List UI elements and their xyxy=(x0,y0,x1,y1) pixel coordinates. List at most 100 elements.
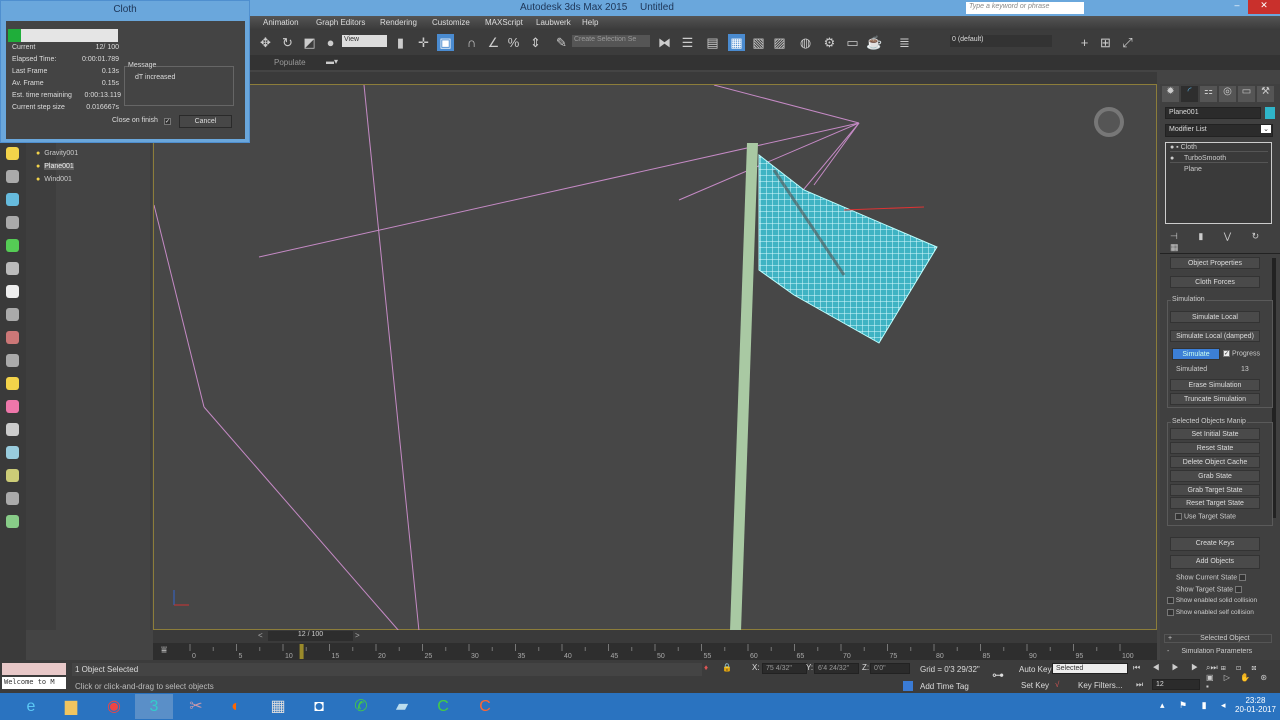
material-editor-icon[interactable]: ◍ xyxy=(797,34,814,51)
viewcube-icon[interactable] xyxy=(1094,107,1124,137)
command-icon[interactable] xyxy=(6,492,19,505)
z-coordinate-field[interactable]: 0'0" xyxy=(870,663,910,674)
minimize-button[interactable]: – xyxy=(1226,0,1248,14)
stack-item-plane[interactable]: Plane xyxy=(1184,166,1202,173)
rotate-icon[interactable]: ↻ xyxy=(279,34,296,51)
command-icon[interactable] xyxy=(6,170,19,183)
simulation-parameters-rollout[interactable]: - Simulation Parameters xyxy=(1164,648,1272,658)
whatsapp-icon[interactable]: ✆ xyxy=(342,694,380,719)
set-key-button[interactable]: Set Key xyxy=(1021,681,1049,690)
camtasia-icon[interactable]: C xyxy=(424,694,462,719)
maxscript-listener-pink[interactable] xyxy=(2,663,66,675)
key-mode-select[interactable]: Selected xyxy=(1052,663,1128,674)
snipping-tool-icon[interactable]: ✂ xyxy=(177,694,215,719)
progress-checkbox[interactable]: ✓ Progress xyxy=(1223,350,1260,357)
command-icon[interactable] xyxy=(6,400,19,413)
clock[interactable]: 23:28 20-01-2017 xyxy=(1235,696,1276,714)
hierarchy-tab-icon[interactable]: ⚏ xyxy=(1200,86,1217,102)
menu-maxscript[interactable]: MAXScript xyxy=(485,18,523,27)
command-icon[interactable] xyxy=(6,308,19,321)
mirror-icon[interactable]: ⧓ xyxy=(656,34,673,51)
render-frame-icon[interactable]: ▭ xyxy=(844,34,861,51)
add-icon[interactable]: + xyxy=(1076,34,1093,51)
current-frame-marker[interactable] xyxy=(299,644,304,659)
scene-explorer-icon[interactable]: ▦ xyxy=(728,34,745,51)
simulate-local-button[interactable]: Simulate Local xyxy=(1170,311,1260,323)
y-coordinate-field[interactable]: 6'4 24/32" xyxy=(814,663,859,674)
simulate-local-damped-button[interactable]: Simulate Local (damped) xyxy=(1170,330,1260,342)
snap-toggle-icon[interactable]: ∩ xyxy=(463,34,480,51)
light-bulb-icon[interactable]: ● xyxy=(36,176,40,183)
command-icon[interactable] xyxy=(6,354,19,367)
notepad-icon[interactable]: ▰ xyxy=(383,694,421,719)
maximize-icon[interactable]: ⤢ xyxy=(1119,34,1136,51)
flag-pole[interactable] xyxy=(730,143,758,631)
show-self-collision-checkbox[interactable]: Show enabled self collision xyxy=(1167,609,1254,616)
layer-select[interactable]: 0 (default) xyxy=(950,35,1052,47)
ribbon-options-icon[interactable]: ▬▾ xyxy=(326,57,338,66)
menu-help[interactable]: Help xyxy=(582,18,598,27)
3ds-max-icon[interactable]: 3 xyxy=(135,694,173,719)
command-icon[interactable] xyxy=(6,515,19,528)
prev-frame-arrow[interactable]: < xyxy=(258,631,263,640)
command-icon[interactable] xyxy=(6,331,19,344)
time-tag-icon[interactable] xyxy=(903,681,913,691)
command-icon[interactable] xyxy=(6,285,19,298)
command-icon[interactable] xyxy=(6,147,19,160)
percent-snap-icon[interactable]: % xyxy=(505,34,522,51)
browser-icon[interactable]: ◐ xyxy=(217,694,255,719)
render-setup-icon[interactable]: ⚙ xyxy=(821,34,838,51)
erase-simulation-button[interactable]: Erase Simulation xyxy=(1170,379,1260,391)
utilities-tab-icon[interactable]: ⚒ xyxy=(1257,86,1274,102)
menu-animation[interactable]: Animation xyxy=(263,18,299,27)
time-slider[interactable]: 12 / 100 xyxy=(268,631,353,641)
delete-object-cache-button[interactable]: Delete Object Cache xyxy=(1170,456,1260,468)
add-objects-button[interactable]: Add Objects xyxy=(1170,555,1260,569)
menu-customize[interactable]: Customize xyxy=(432,18,470,27)
show-current-state-checkbox[interactable]: Show Current State xyxy=(1176,574,1247,581)
simulate-button[interactable]: Simulate xyxy=(1172,348,1220,360)
object-color-swatch[interactable] xyxy=(1265,107,1275,119)
key-mode-toggle-icon[interactable]: ⏭ xyxy=(1136,680,1143,690)
command-icon[interactable] xyxy=(6,193,19,206)
calculator-icon[interactable]: ▦ xyxy=(259,694,297,719)
key-tangent-icon[interactable]: √ xyxy=(1055,680,1059,689)
keyboard-shortcut-icon[interactable]: ▣ xyxy=(437,34,454,51)
use-target-state-checkbox[interactable]: Use Target State xyxy=(1175,513,1236,520)
internet-explorer-icon[interactable]: e xyxy=(12,694,50,719)
command-icon[interactable] xyxy=(6,446,19,459)
stack-item-cloth[interactable]: ● ▪ Cloth xyxy=(1170,144,1268,152)
truncate-simulation-button[interactable]: Truncate Simulation xyxy=(1170,393,1260,405)
reset-target-state-button[interactable]: Reset Target State xyxy=(1170,497,1260,509)
next-frame-arrow[interactable]: > xyxy=(355,631,360,640)
command-icon[interactable] xyxy=(6,262,19,275)
key-icon[interactable]: ⊶ xyxy=(992,668,1004,682)
x-coordinate-field[interactable]: 75 4/32" xyxy=(762,663,807,674)
modify-tab-icon[interactable]: ◜ xyxy=(1181,86,1198,102)
pivot-icon[interactable]: ▮ xyxy=(392,34,409,51)
maxscript-listener-input[interactable]: Welcome to M xyxy=(2,677,66,689)
reset-state-button[interactable]: Reset State xyxy=(1170,442,1260,454)
command-icon[interactable] xyxy=(6,377,19,390)
cloth-forces-button[interactable]: Cloth Forces xyxy=(1170,276,1260,288)
named-selection-set-select[interactable]: Create Selection Se xyxy=(572,35,650,47)
add-time-tag-button[interactable]: Add Time Tag xyxy=(920,682,969,691)
angle-snap-icon[interactable]: ∠ xyxy=(485,34,502,51)
isolate-icon[interactable]: ♦ xyxy=(704,663,708,672)
light-bulb-icon[interactable]: ● xyxy=(36,163,40,170)
close-on-finish-checkbox[interactable]: ✓ xyxy=(164,118,171,125)
auto-key-button[interactable]: Auto Key xyxy=(1019,665,1051,674)
place-icon[interactable]: ● xyxy=(322,34,339,51)
object-name-field[interactable]: Plane001 xyxy=(1165,107,1261,119)
file-explorer-icon[interactable]: ▆ xyxy=(52,694,90,719)
reference-coordinate-select[interactable]: View xyxy=(342,35,387,47)
explorer-item[interactable]: ● Gravity001 xyxy=(36,150,148,162)
spinner-snap-icon[interactable]: ⇕ xyxy=(527,34,544,51)
grab-target-state-button[interactable]: Grab Target State xyxy=(1170,484,1260,496)
explorer-item[interactable]: ● Plane001 xyxy=(36,163,148,175)
chrome-icon[interactable]: ◉ xyxy=(95,694,133,719)
show-target-state-checkbox[interactable]: Show Target State xyxy=(1176,586,1243,593)
motion-tab-icon[interactable]: ◎ xyxy=(1219,86,1236,102)
layers-icon[interactable]: ≣ xyxy=(896,34,913,51)
render-icon[interactable]: ☕ xyxy=(866,34,883,51)
